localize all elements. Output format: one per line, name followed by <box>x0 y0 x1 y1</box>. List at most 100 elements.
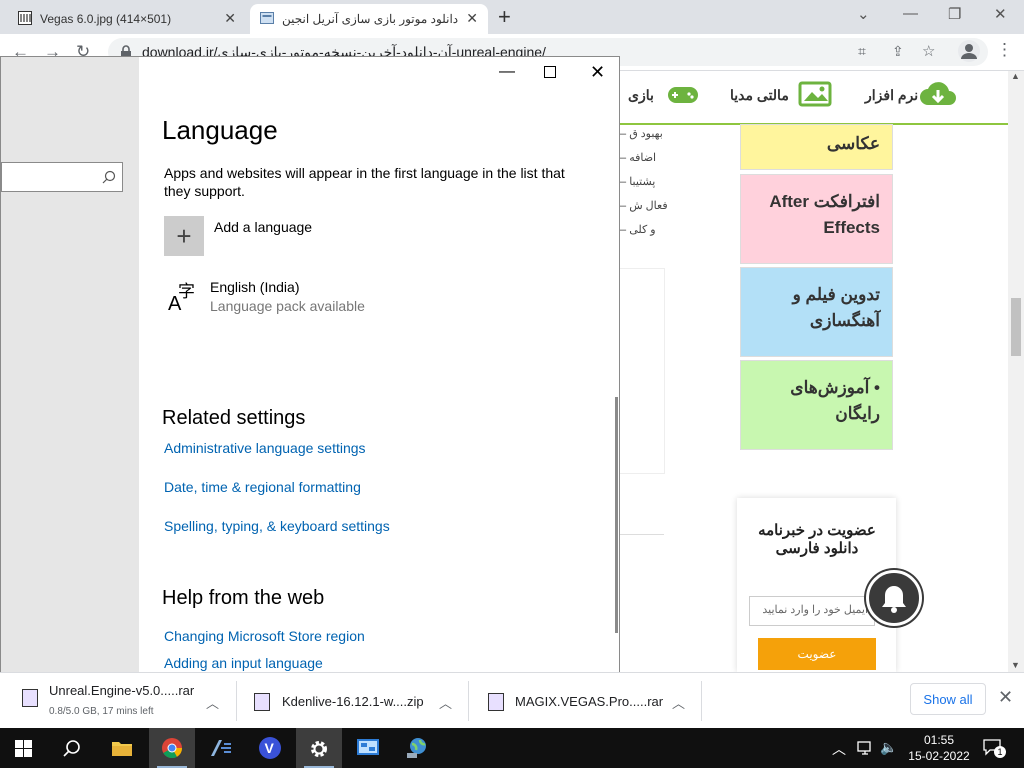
scroll-up-icon[interactable]: ▲ <box>1011 71 1020 81</box>
window-minimize-button[interactable]: — <box>499 63 515 81</box>
language-icon: A 字 <box>168 282 195 313</box>
svg-text:V: V <box>265 740 275 756</box>
taskbar-search-button[interactable] <box>49 728 95 768</box>
folder-icon <box>112 742 132 756</box>
chevron-up-icon[interactable]: ︿ <box>439 693 452 712</box>
download-file-name: MAGIX.VEGAS.Pro.....rar <box>515 694 664 709</box>
newsletter-subscribe-button[interactable]: عضویت <box>758 638 876 670</box>
language-status: Language pack available <box>210 298 365 314</box>
gear-icon <box>311 741 327 757</box>
show-hidden-icons-icon[interactable]: ︿ <box>832 739 846 759</box>
adding-input-language-link[interactable]: Adding an input language <box>164 655 323 671</box>
editor-app-icon <box>211 740 231 756</box>
action-center-button[interactable]: 1 <box>982 738 1006 758</box>
taskbar-chrome[interactable] <box>149 728 195 768</box>
share-icon[interactable]: ⇪ <box>892 43 904 60</box>
tab-close-icon[interactable]: ✕ <box>224 10 236 27</box>
close-download-shelf-icon[interactable]: ✕ <box>998 687 1013 708</box>
chevron-up-icon[interactable]: ︿ <box>672 693 685 712</box>
plus-icon: + <box>176 221 192 251</box>
list-item: – و کلی <box>620 224 656 236</box>
restore-button[interactable]: ❐ <box>948 5 961 23</box>
download-file-name: Unreal.Engine-v5.0.....rar <box>49 683 195 698</box>
taskbar-control-panel[interactable] <box>345 728 391 768</box>
minimize-button[interactable]: — <box>903 5 918 22</box>
network-icon[interactable] <box>857 741 873 755</box>
gamepad-icon <box>668 87 698 103</box>
language-name[interactable]: English (India) <box>210 279 300 295</box>
archive-file-icon <box>488 693 504 711</box>
page-scrollbar[interactable]: ▲ ▼ <box>1008 71 1024 672</box>
taskbar-settings[interactable] <box>296 728 342 768</box>
changing-store-region-link[interactable]: Changing Microsoft Store region <box>164 628 365 644</box>
archive-file-icon <box>22 689 38 707</box>
download-item[interactable]: Unreal.Engine-v5.0.....rar 0.8/5.0 GB, 1… <box>0 673 236 729</box>
tab-download-ir[interactable]: دانلود موتور بازی سازی آنریل انجین ✕ <box>250 4 488 34</box>
date-time-regional-link[interactable]: Date, time & regional formatting <box>164 479 361 495</box>
admin-language-settings-link[interactable]: Administrative language settings <box>164 440 366 456</box>
download-file-name: Kdenlive-16.12.1-w....zip <box>282 694 424 709</box>
system-clock[interactable]: 01:55 15-02-2022 <box>904 732 974 764</box>
tab-close-icon[interactable]: ✕ <box>466 10 478 27</box>
zip-file-icon <box>254 693 270 711</box>
download-item[interactable]: Kdenlive-16.12.1-w....zip ︿ <box>237 673 468 729</box>
taskbar-editor-app[interactable] <box>198 728 244 768</box>
menu-software[interactable]: نرم افزار <box>865 87 918 104</box>
page-title: Language <box>162 115 278 145</box>
windows-logo-icon <box>15 740 32 757</box>
show-all-downloads-button[interactable]: Show all <box>910 683 986 715</box>
menu-multimedia[interactable]: مالتی مدیا <box>730 87 789 104</box>
category-after-effects[interactable]: افترافکت After Effects <box>740 174 893 264</box>
clock-time: 01:55 <box>923 733 955 747</box>
related-settings-heading: Related settings <box>162 407 306 429</box>
divider <box>620 534 664 535</box>
tab-vegas-image[interactable]: Vegas 6.0.jpg (414×501) ✕ <box>8 4 246 34</box>
add-language-label[interactable]: Add a language <box>214 219 312 235</box>
close-button[interactable]: ✕ <box>994 5 1007 23</box>
newsletter-email-input[interactable]: ایمیل خود را وارد نمایید <box>749 596 875 626</box>
search-icon <box>63 740 80 757</box>
category-photography[interactable]: عکاسی <box>740 124 893 170</box>
bookmark-star-icon[interactable]: ☆ <box>922 42 935 60</box>
taskbar-vegas[interactable]: V <box>247 728 293 768</box>
image-favicon-icon <box>18 11 32 25</box>
notification-bell-button[interactable] <box>866 570 922 626</box>
list-item: – اضافه <box>620 152 657 164</box>
category-video-editing[interactable]: تدوین فیلم و آهنگسازی <box>740 267 893 357</box>
page-scrollbar-thumb[interactable] <box>1011 298 1021 356</box>
tab-title: Vegas 6.0.jpg (414×501) <box>40 12 172 26</box>
spelling-typing-keyboard-link[interactable]: Spelling, typing, & keyboard settings <box>164 518 390 534</box>
volume-icon[interactable]: 🔈 <box>880 739 897 756</box>
site-favicon-icon <box>260 12 274 24</box>
scroll-down-icon[interactable]: ▼ <box>1011 660 1020 670</box>
chevron-up-icon[interactable]: ︿ <box>206 693 219 712</box>
profile-avatar[interactable] <box>958 40 980 62</box>
tab-title: دانلود موتور بازی سازی آنریل انجین <box>282 12 459 26</box>
tab-search-icon[interactable]: ⌄ <box>857 5 870 23</box>
category-free-tutorials[interactable]: • آموزش‌های رایگان <box>740 360 893 450</box>
bell-icon <box>882 586 906 613</box>
download-progress-text: 0.8/5.0 GB, 17 mins left <box>49 706 154 717</box>
settings-search-input[interactable] <box>1 162 123 192</box>
window-close-button[interactable]: ✕ <box>590 62 605 83</box>
menu-games[interactable]: بازی <box>628 87 654 104</box>
help-from-web-heading: Help from the web <box>162 587 325 609</box>
settings-scrollbar[interactable] <box>615 397 618 633</box>
window-maximize-button[interactable] <box>544 66 556 78</box>
browser-menu-icon[interactable]: ⋮ <box>996 40 1013 60</box>
new-tab-button[interactable]: + <box>498 4 511 30</box>
globe-icon <box>407 738 426 758</box>
browser-tab-strip: Vegas 6.0.jpg (414×501) ✕ دانلود موتور ب… <box>0 0 1024 34</box>
download-item[interactable]: MAGIX.VEGAS.Pro.....rar ︿ <box>469 673 701 729</box>
control-panel-icon <box>357 739 379 755</box>
taskbar-file-explorer[interactable] <box>99 728 145 768</box>
start-button[interactable] <box>0 728 46 768</box>
download-cloud-icon <box>920 82 956 105</box>
newsletter-title: عضویت در خبرنامه دانلود فارسی <box>758 522 876 557</box>
add-language-button[interactable]: + <box>164 216 204 256</box>
taskbar-network-app[interactable] <box>394 728 440 768</box>
content-panel <box>620 268 665 474</box>
translate-icon[interactable]: ⌗ <box>858 43 866 60</box>
vegas-icon: V <box>259 737 281 759</box>
list-item: – بهبود ق <box>620 128 663 140</box>
